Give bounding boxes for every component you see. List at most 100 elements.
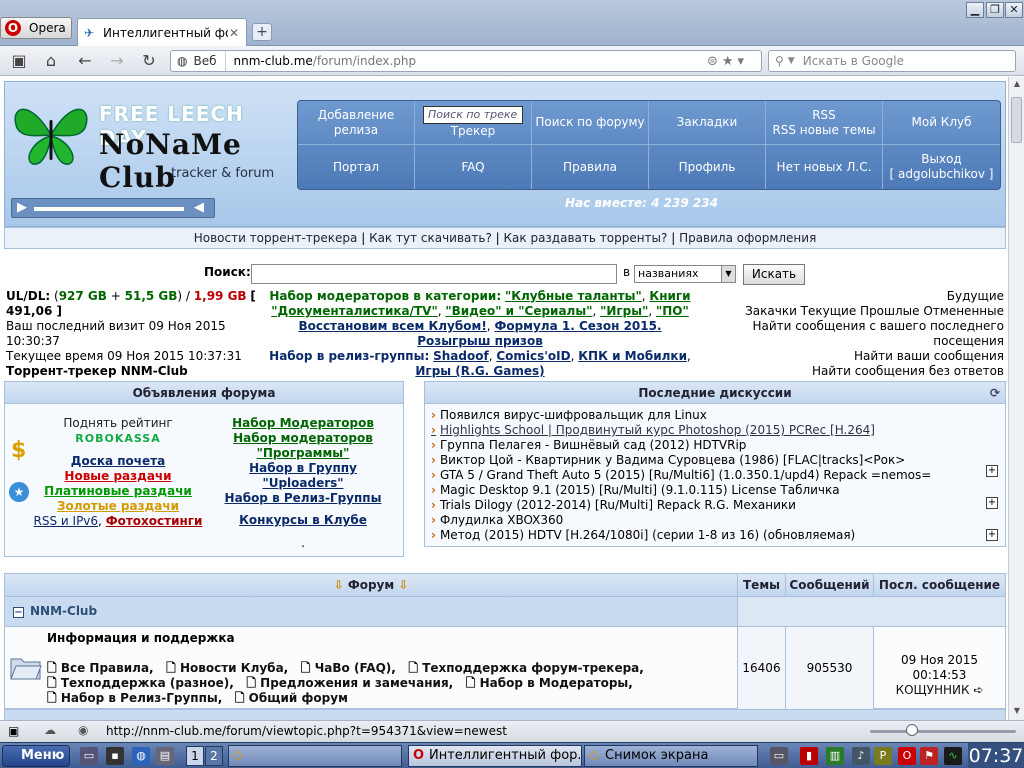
web-identity[interactable]: ◍ Веб (171, 51, 226, 71)
expand-plus-icon[interactable]: + (986, 465, 998, 477)
subforum-link[interactable]: Техподдержка (разное) (61, 676, 229, 690)
tracker-search-input[interactable]: Поиск по треке (423, 106, 523, 124)
link-release-groups[interactable]: Набор в Релиз-Группы (225, 491, 382, 505)
menu-tracker[interactable]: Поиск по треке Трекер (415, 101, 532, 145)
link-photo-hosting[interactable]: Фотохостинги (106, 514, 203, 528)
downloads-links[interactable]: Закачки Текущие Прошлые Отмененные (740, 304, 1004, 319)
url-text[interactable]: nnm-club.me/forum/index.php (226, 54, 708, 68)
link-restore[interactable]: Восстановим всем Клубом! (298, 319, 486, 333)
category-row[interactable]: − NNM-Club (4, 597, 1006, 627)
site-logo[interactable]: FREE LEECH DAY NoNaMe Club tracker & for… (11, 92, 291, 202)
menu-rss[interactable]: RSS RSS новые темы (766, 101, 883, 145)
opera-tray-icon[interactable]: O (898, 747, 916, 765)
subforum-link[interactable]: Общий форум (249, 691, 348, 705)
menu-my-club[interactable]: Мой Клуб (883, 101, 1000, 145)
start-menu-button[interactable]: Меню (2, 745, 70, 767)
home-icon[interactable]: ⌂ (40, 51, 62, 71)
zoom-slider-knob[interactable] (906, 724, 918, 736)
audio-player[interactable]: ▶ ◀ (11, 198, 215, 218)
link-new-releases[interactable]: Новые раздачи (64, 469, 171, 483)
link-honor-board[interactable]: Доска почета (71, 454, 165, 468)
link-new-since-visit[interactable]: Найти сообщения с вашего последнего посе… (740, 319, 1005, 349)
discussion-item[interactable]: Появился вирус-шифровальщик для Linux (431, 408, 991, 423)
opera-menu-button[interactable]: O Opera (0, 17, 72, 39)
link-rg-games[interactable]: Игры (R.G. Games) (415, 364, 544, 378)
system-monitor-icon[interactable]: ∿ (944, 747, 962, 765)
link-comicsoid[interactable]: Comics'oID (496, 349, 570, 363)
menu-private-messages[interactable]: Нет новых Л.С. (766, 145, 883, 189)
network-tray-icon[interactable]: ▥ (826, 747, 844, 765)
link-unanswered[interactable]: Найти сообщения без ответов (740, 364, 1004, 379)
forum-title[interactable]: Информация и поддержка (47, 631, 235, 645)
discussion-item[interactable]: Trials Dilogy (2012-2014) [Ru/Multi] Rep… (431, 498, 991, 513)
link-mod-recruit[interactable]: Набор Модераторов (232, 416, 374, 430)
discussion-item[interactable]: Highlights School | Продвинутый курс Pho… (431, 423, 991, 438)
subforum-link[interactable]: ЧаВо (FAQ) (315, 661, 392, 675)
expand-plus-icon[interactable]: + (986, 497, 998, 509)
back-icon[interactable]: ← (74, 51, 96, 71)
taskbar-empty-task[interactable]: ◇ (228, 745, 402, 767)
taskbar-task-screenshot[interactable]: ◇ Снимок экрана (584, 745, 758, 767)
link-future[interactable]: Будущие (740, 289, 1004, 304)
terminal-icon[interactable]: ▪ (106, 747, 124, 765)
link-raise-rating[interactable]: Поднять рейтинг (63, 416, 172, 430)
minimize-button[interactable]: ▁ (966, 2, 984, 18)
link-mod-programs[interactable]: Набор модераторов "Программы" (233, 431, 373, 460)
parking-tray-icon[interactable]: P (874, 747, 892, 765)
link-how-to-seed[interactable]: Как раздавать торренты? (504, 231, 668, 245)
link-how-to-download[interactable]: Как тут скачивать? (369, 231, 492, 245)
discussion-item[interactable]: Виктор Цой - Квартирник у Вадима Суровце… (431, 453, 991, 468)
link-shadoof[interactable]: Shadoof (433, 349, 489, 363)
taskbar-clock[interactable]: 07:37 (968, 743, 1024, 768)
subforum-link[interactable]: Предложения и замечания (260, 676, 449, 690)
link-contests[interactable]: Конкурсы в Клубе (239, 513, 367, 527)
link-my-posts[interactable]: Найти ваши сообщения (740, 349, 1004, 364)
link-club-talents[interactable]: "Клубные таланты" (505, 289, 642, 303)
expand-plus-icon[interactable]: + (986, 529, 998, 541)
discussion-item[interactable]: Группа Пелагея - Вишнёвый сад (2012) HDT… (431, 438, 991, 453)
menu-profile[interactable]: Профиль (649, 145, 766, 189)
rss-bookmark-icons[interactable]: ⊜★▾ (707, 54, 761, 69)
link-pda-mobile[interactable]: КПК и Мобилки (578, 349, 687, 363)
menu-faq[interactable]: FAQ (415, 145, 532, 189)
address-bar[interactable]: ◍ Веб nnm-club.me/forum/index.php ⊜★▾ (170, 50, 762, 72)
file-manager-icon[interactable]: ▤ (156, 747, 174, 765)
subforum-link[interactable]: Набор в Модераторы (480, 676, 629, 690)
discussion-item[interactable]: GTA 5 / Grand Theft Auto 5 (2015) [Ru/Mu… (431, 468, 991, 483)
panel-toggle-icon[interactable]: ▣ (8, 724, 19, 738)
reload-icon[interactable]: ↻ (138, 51, 160, 71)
monitor-tray-icon[interactable]: ▭ (770, 747, 788, 765)
panels-icon[interactable]: ▣ (8, 51, 30, 71)
menu-portal[interactable]: Портал (298, 145, 415, 189)
google-search-field[interactable]: ⚲ ▼ Искать в Google (768, 50, 1016, 72)
menu-bookmarks[interactable]: Закладки (649, 101, 766, 145)
browser-tab[interactable]: ✈ Интеллигентный фор... ✕ (77, 18, 247, 46)
site-search-input[interactable] (251, 264, 617, 284)
new-tab-button[interactable]: + (252, 23, 272, 41)
show-desktop-icon[interactable]: ▭ (80, 747, 98, 765)
goto-post-icon[interactable]: ➪ (973, 683, 983, 697)
turbo-icon[interactable]: ◉ (78, 723, 88, 737)
menu-forum-search[interactable]: Поиск по форуму (532, 101, 649, 145)
subforum-link[interactable]: Набор в Релиз-Группы (61, 691, 218, 705)
scroll-thumb[interactable] (1011, 97, 1022, 143)
link-software[interactable]: "ПО" (656, 304, 689, 318)
refresh-icon[interactable]: ⟳ (990, 382, 1000, 404)
search-engine-dropdown-icon[interactable]: ▼ (788, 56, 795, 66)
volume-tray-icon[interactable]: ♪ (852, 747, 870, 765)
cloud-icon[interactable]: ☁ (44, 723, 56, 737)
menu-rules[interactable]: Правила (532, 145, 649, 189)
scroll-down-icon[interactable]: ▼ (1011, 706, 1023, 718)
scroll-up-icon[interactable]: ▲ (1011, 79, 1023, 91)
browser-launch-icon[interactable]: ◍ (132, 747, 150, 765)
play-icon[interactable]: ▶ (17, 200, 27, 215)
zoom-slider[interactable] (870, 730, 1016, 733)
link-games[interactable]: "Игры" (600, 304, 648, 318)
taskbar-task-browser[interactable]: O Интеллигентный фор... (408, 745, 582, 767)
player-progress[interactable] (34, 207, 184, 211)
link-tracker-news[interactable]: Новости торрент-трекера (194, 231, 358, 245)
discussion-item[interactable]: Флудилка XBOX360 (431, 513, 991, 528)
last-post-user[interactable]: КОЩУННИК (896, 683, 970, 697)
forward-icon[interactable]: → (106, 51, 128, 71)
workspace-2[interactable]: 2 (205, 746, 223, 766)
